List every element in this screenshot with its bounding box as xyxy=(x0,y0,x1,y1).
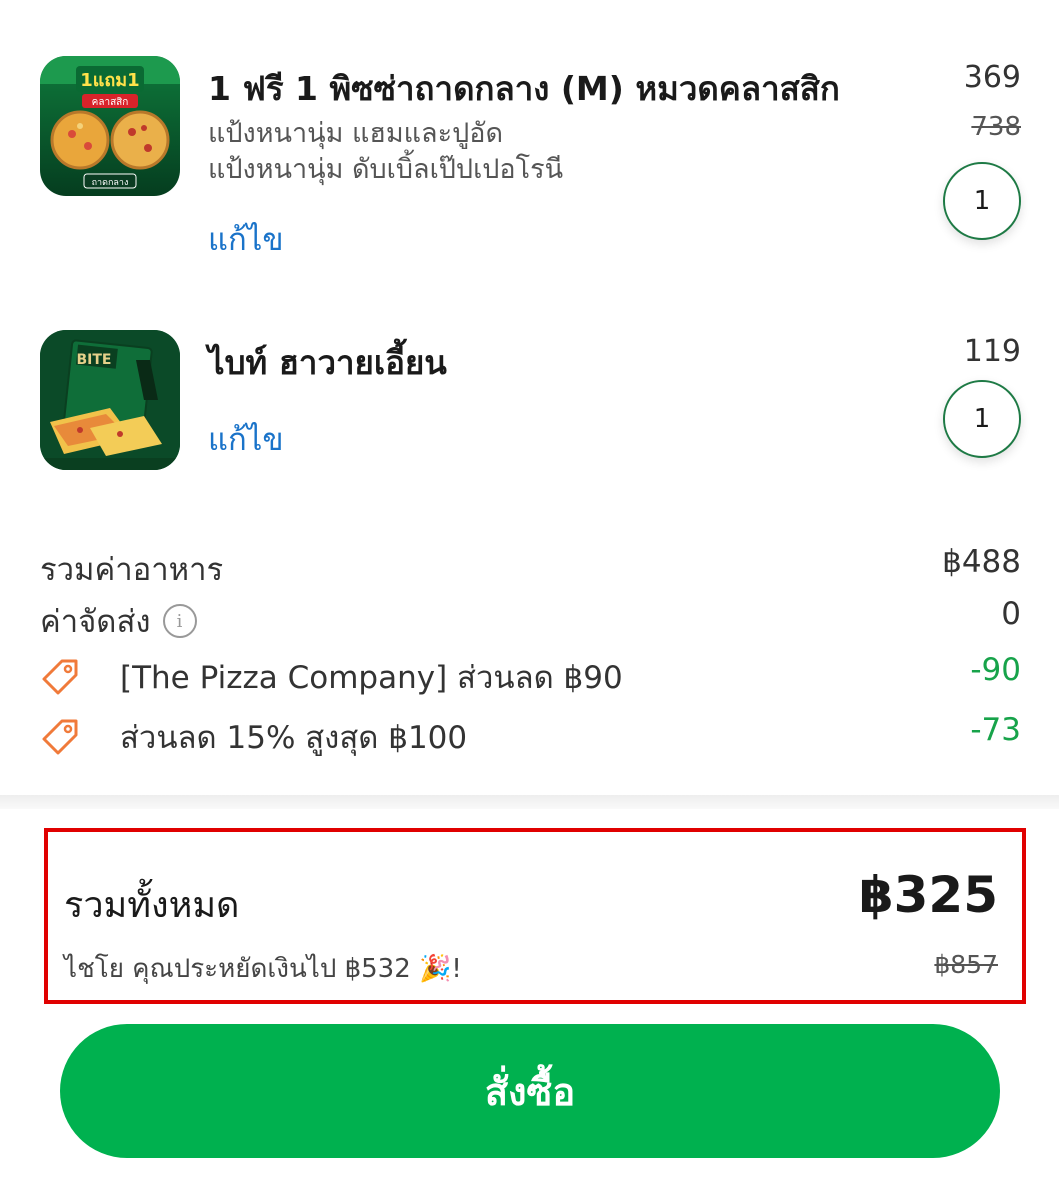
delivery-fee-row: ค่าจัดส่ง i 0 xyxy=(40,596,1021,640)
delivery-fee-label: ค่าจัดส่ง xyxy=(40,604,151,640)
delivery-fee-value: 0 xyxy=(1001,596,1021,632)
promo-image-subtext: คลาสสิก xyxy=(92,97,129,108)
discount-row: ส่วนลด 15% สูงสุด ฿100 -73 xyxy=(40,712,1021,756)
discount-tag-icon xyxy=(42,719,78,755)
food-total-label: รวมค่าอาหาร xyxy=(40,552,224,588)
bite-sandwich-image: BITE xyxy=(40,330,180,470)
promo-image-text: 1แถม1 xyxy=(80,70,139,91)
original-total: ฿857 xyxy=(934,950,998,979)
savings-message: ไชโย คุณประหยัดเงินไป ฿532 🎉! xyxy=(64,954,462,984)
info-icon[interactable]: i xyxy=(162,604,197,638)
food-total-value: ฿488 xyxy=(942,544,1021,580)
bite-image-text: BITE xyxy=(77,352,112,368)
item-title: 1 ฟรี 1 พิซซ่าถาดกลาง (M) หมวดคลาสสิก xyxy=(208,69,840,108)
discount-label: [The Pizza Company] ส่วนลด ฿90 xyxy=(120,660,623,696)
discount-row: [The Pizza Company] ส่วนลด ฿90 -90 xyxy=(40,652,1021,696)
food-total-row: รวมค่าอาหาร ฿488 xyxy=(40,544,1021,588)
grand-total-box: รวมทั้งหมด ฿325 ไชโย คุณประหยัดเงินไป ฿5… xyxy=(44,828,1026,1004)
quantity-button[interactable]: 1 xyxy=(943,380,1021,458)
discount-value: -90 xyxy=(970,652,1021,688)
edit-item-link[interactable]: แก้ไข xyxy=(208,214,284,264)
quantity-button[interactable]: 1 xyxy=(943,162,1021,240)
item-price: 369 xyxy=(963,60,1021,95)
grand-total-label: รวมทั้งหมด xyxy=(64,885,240,926)
discount-value: -73 xyxy=(970,712,1021,748)
promo-image-bottomtext: ถาดกลาง xyxy=(92,178,129,188)
item-original-price: 738 xyxy=(971,112,1021,142)
place-order-button[interactable]: สั่งซื้อ xyxy=(60,1024,1000,1158)
item-title: ไบท์ ฮาวายเอี้ยน xyxy=(208,343,447,382)
discount-label: ส่วนลด 15% สูงสุด ฿100 xyxy=(120,720,468,756)
item-price: 119 xyxy=(963,334,1021,369)
discount-tag-icon xyxy=(42,659,78,695)
edit-item-link[interactable]: แก้ไข xyxy=(208,414,284,464)
grand-total-value: ฿325 xyxy=(858,866,998,924)
pizza-promo-image: 1แถม1 คลาสสิก ถาดกลาง xyxy=(40,56,180,196)
section-divider xyxy=(0,795,1059,809)
item-option: แป้งหนานุ่ม แฮมและปูอัด xyxy=(208,118,503,149)
item-option: แป้งหนานุ่ม ดับเบิ้ลเป๊ปเปอโรนี xyxy=(208,154,564,185)
